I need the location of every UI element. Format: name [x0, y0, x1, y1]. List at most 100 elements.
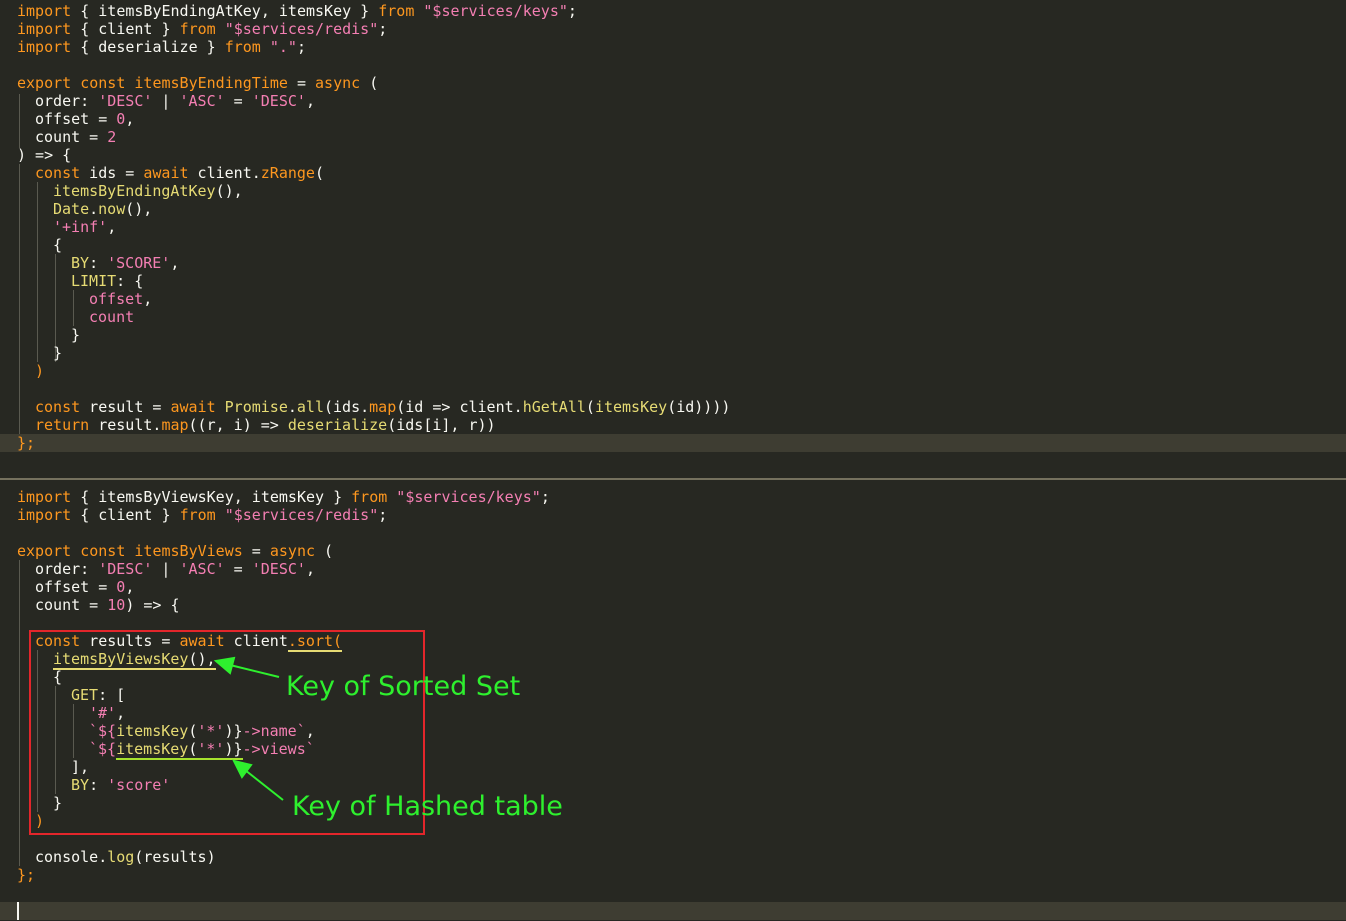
number: 2	[107, 128, 117, 146]
code-text: console	[35, 848, 99, 866]
class-name: Promise	[224, 398, 288, 416]
function-name: itemsByEndingTime	[134, 74, 288, 92]
code-text: (	[314, 164, 324, 182]
indent-guide	[19, 94, 20, 148]
code-text: ) => {	[17, 146, 72, 164]
method-name: map	[369, 398, 397, 416]
method-name: now	[98, 200, 126, 218]
indent-guide	[19, 164, 20, 434]
variable: offset	[89, 290, 144, 308]
string: "$services/redis"	[215, 20, 379, 38]
current-line-highlight	[0, 902, 1346, 920]
function-name: itemsByViews	[134, 542, 243, 560]
code-text: ,	[125, 578, 135, 596]
indent-guide	[19, 560, 20, 866]
code-text: .	[287, 398, 297, 416]
number: 0	[116, 578, 126, 596]
code-line: Date.now(),	[53, 200, 1346, 218]
code-text: (	[360, 74, 379, 92]
code-text: ,	[305, 560, 315, 578]
code-line: {	[53, 236, 1346, 254]
code-text: result =	[80, 398, 171, 416]
code-text: (results)	[134, 848, 216, 866]
string: 'ASC'	[179, 92, 225, 110]
code-text: ) => {	[125, 596, 180, 614]
code-text: |	[152, 92, 180, 110]
code-line-current: };	[0, 434, 1346, 452]
code-text: (),	[125, 200, 153, 218]
method-name: log	[107, 848, 135, 866]
code-text: result.	[89, 416, 162, 434]
keyword: import	[17, 506, 72, 524]
keyword: const	[35, 164, 81, 182]
code-text: ;	[540, 488, 550, 506]
code-line: ) => {	[17, 146, 1346, 164]
class-name: Date	[53, 200, 90, 218]
code-line: import { client } from "$services/redis"…	[17, 20, 1346, 38]
string: '+inf'	[53, 218, 108, 236]
code-line: };	[17, 866, 1346, 884]
code-line: import { client } from "$services/redis"…	[17, 506, 1346, 524]
code-line: import { itemsByViewsKey, itemsKey } fro…	[17, 488, 1346, 506]
text-cursor	[17, 902, 19, 920]
code-text: {	[53, 236, 63, 254]
code-text: .	[89, 200, 99, 218]
code-text: .	[98, 848, 108, 866]
code-text: ,	[107, 218, 117, 236]
code-text: (	[315, 542, 334, 560]
string: "$services/keys"	[387, 488, 541, 506]
keyword: import	[17, 2, 72, 20]
code-text: =	[224, 92, 252, 110]
method-name: map	[161, 416, 189, 434]
keyword: async	[269, 542, 316, 560]
code-line: const ids = await client.zRange(	[35, 164, 1346, 182]
code-text: ;	[296, 38, 306, 56]
code-text: offset =	[35, 578, 117, 596]
code-line: const result = await Promise.all(ids.map…	[35, 398, 1346, 416]
code-line: LIMIT: {	[71, 272, 1346, 290]
string: "."	[260, 38, 297, 56]
code-text: ,	[125, 110, 135, 128]
keyword: import	[17, 38, 72, 56]
code-text: count =	[35, 128, 108, 146]
indent-guide	[37, 182, 38, 362]
code-line: console.log(results)	[35, 848, 1346, 866]
code-text: };	[17, 434, 36, 452]
code-text: }	[53, 344, 63, 362]
code-text: count =	[35, 596, 108, 614]
function-call: itemsByEndingAtKey	[53, 182, 216, 200]
code-text: (	[585, 398, 595, 416]
keyword: from	[224, 38, 261, 56]
code-text: )	[35, 362, 45, 380]
code-text: ,	[170, 254, 180, 272]
code-text: ;	[378, 20, 388, 38]
code-text: ;	[567, 2, 577, 20]
code-text: { itemsByEndingAtKey, itemsKey }	[71, 2, 379, 20]
code-text: =	[287, 74, 316, 92]
code-text: order:	[35, 560, 99, 578]
keyword: import	[17, 20, 72, 38]
code-line: return result.map((r, i) => deserialize(…	[35, 416, 1346, 434]
keyword: export	[17, 74, 72, 92]
code-text: ;	[378, 506, 388, 524]
editor-pane-top[interactable]: import { itemsByEndingAtKey, itemsKey } …	[0, 0, 1346, 478]
code-text: :	[89, 254, 108, 272]
code-line: '+inf',	[53, 218, 1346, 236]
function-call: deserialize	[287, 416, 388, 434]
code-line: import { itemsByEndingAtKey, itemsKey } …	[17, 2, 1346, 20]
number: 10	[107, 596, 126, 614]
method-name: all	[296, 398, 324, 416]
code-text: ,	[305, 92, 315, 110]
code-text: { client }	[71, 20, 180, 38]
code-text: { deserialize }	[71, 38, 225, 56]
string: "$services/redis"	[215, 506, 379, 524]
code-line: }	[53, 344, 1346, 362]
editor-pane-bottom[interactable]: import { itemsByViewsKey, itemsKey } fro…	[0, 480, 1346, 921]
keyword: from	[351, 488, 388, 506]
code-text: ids =	[80, 164, 144, 182]
code-line: order: 'DESC' | 'ASC' = 'DESC',	[35, 560, 1346, 578]
keyword: async	[315, 74, 361, 92]
code-line: count = 10) => {	[35, 596, 1346, 614]
keyword: import	[17, 488, 72, 506]
code-text: client.	[188, 164, 261, 182]
